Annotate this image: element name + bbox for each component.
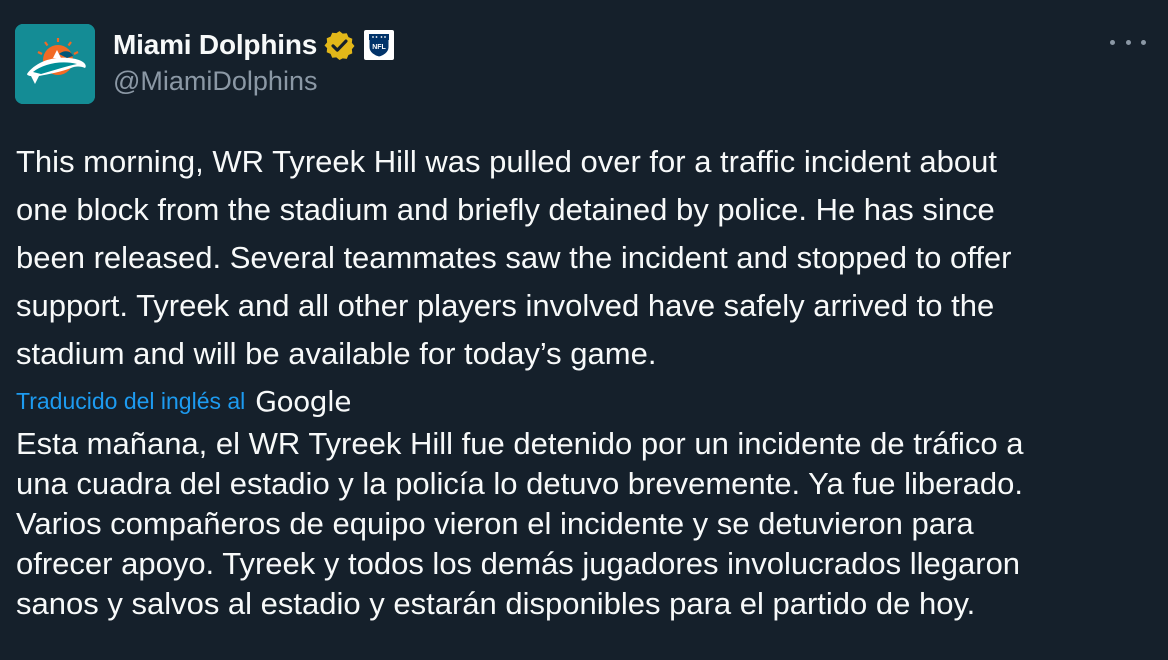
user-handle[interactable]: @MiamiDolphins (113, 66, 317, 97)
tweet-card: Miami Dolphins NFL @MiamiDolphins This m… (0, 0, 1168, 660)
translated-from-link[interactable]: Traducido del inglés al (16, 388, 245, 415)
translation-attribution: Traducido del inglés al Google (16, 384, 352, 418)
translated-text: Esta mañana, el WR Tyreek Hill fue deten… (16, 426, 1024, 621)
gold-verified-badge-icon[interactable] (323, 29, 356, 62)
author-name-row: Miami Dolphins NFL (113, 26, 395, 64)
google-logo: Google (255, 384, 352, 418)
dolphin-logo-icon (15, 24, 95, 104)
ellipsis-icon (1110, 39, 1115, 45)
display-name[interactable]: Miami Dolphins (113, 29, 317, 61)
tweet-text: This morning, WR Tyreek Hill was pulled … (16, 144, 1012, 371)
more-options-button[interactable] (1110, 30, 1146, 54)
avatar[interactable] (15, 24, 95, 104)
nfl-badge-text: NFL (372, 44, 386, 51)
nfl-shield-icon[interactable]: NFL (364, 30, 395, 60)
